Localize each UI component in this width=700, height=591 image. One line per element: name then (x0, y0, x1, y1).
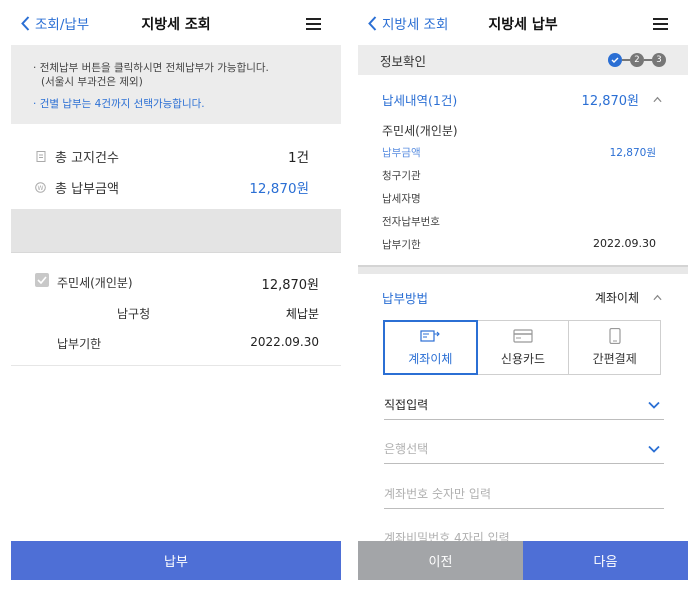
mobile-pay-icon (609, 328, 621, 344)
notice-line: (서울시 부과건은 제외) (41, 76, 143, 88)
bank-select[interactable]: 은행선택 (384, 434, 664, 464)
won-coin-icon: W (35, 181, 46, 193)
detail-key: 전자납부번호 (382, 216, 440, 228)
detail-key: 납세자명 (382, 193, 421, 205)
tax-item-name: 주민세(개인분) (57, 276, 133, 290)
tax-name-row: 주민세(개인분) (382, 122, 656, 139)
notice-line: 전체납부 버튼을 클릭하시면 전체납부가 가능합니다. (33, 61, 329, 75)
due-date-label: 납부기한 (57, 337, 102, 351)
detail-row: 납부기한 2022.09.30 (382, 237, 656, 252)
prev-button[interactable]: 이전 (358, 541, 523, 580)
due-date-row: 납부기한 2022.09.30 (57, 335, 319, 352)
checkmark-icon (37, 276, 47, 284)
divider-line (11, 252, 341, 262)
bank-select-placeholder: 은행선택 (384, 442, 429, 456)
method-label: 계좌이체 (408, 352, 453, 366)
step-indicator: 2 3 (608, 53, 666, 67)
chevron-down-icon (648, 445, 660, 453)
due-date-value: 2022.09.30 (250, 335, 319, 349)
method-bank-transfer[interactable]: 계좌이체 (383, 320, 478, 375)
detail-key: 납부금액 (382, 147, 421, 159)
pay-button[interactable]: 납부 (11, 541, 341, 580)
total-amount-label: 총 납부금액 (55, 181, 119, 197)
detail-key: 납부기한 (382, 239, 421, 251)
tax-status: 체납분 (285, 307, 319, 321)
tax-item-amount: 12,870원 (261, 278, 319, 293)
tax-item-checkbox[interactable] (35, 273, 49, 287)
payment-method-options: 계좌이체 신용카드 간편결제 (383, 320, 662, 375)
total-amount-row: W 총 납부금액 12,870원 (35, 177, 309, 197)
payment-method-header[interactable]: 납부방법 계좌이체 (382, 288, 662, 307)
divider (11, 365, 341, 366)
tax-detail-total: 12,870원 (581, 94, 639, 109)
method-label: 신용카드 (500, 352, 546, 366)
step-3: 3 (652, 53, 666, 67)
svg-text:W: W (38, 185, 44, 192)
bank-transfer-icon (420, 330, 441, 342)
hamburger-menu-icon[interactable] (653, 18, 668, 30)
tax-detail-label: 납세내역(1건) (382, 93, 458, 108)
total-count-value: 1건 (287, 150, 309, 166)
total-amount-value: 12,870원 (249, 181, 309, 197)
step-bar: 정보확인 2 3 (358, 45, 688, 75)
page-title: 지방세 조회 (141, 17, 211, 33)
tax-detail-header[interactable]: 납세내역(1건) 12,870원 (382, 90, 662, 109)
account-number-placeholder: 계좌번호 숫자만 입력 (384, 487, 491, 501)
page-title: 지방세 납부 (488, 17, 558, 33)
account-number-input[interactable]: 계좌번호 숫자만 입력 (384, 479, 664, 509)
method-mobile-pay[interactable]: 간편결제 (568, 320, 662, 375)
step-1-check-icon (608, 53, 622, 67)
method-label: 간편결제 (592, 352, 637, 366)
step-2: 2 (630, 53, 644, 67)
detail-key: 청구기관 (382, 170, 421, 182)
document-icon (35, 150, 46, 162)
tax-inquiry-screen: 조회/납부 지방세 조회 전체납부 버튼을 클릭하시면 전체납부가 가능합니다.… (11, 0, 341, 591)
step-connector (622, 59, 630, 61)
notice-line-highlight: 건별 납부는 4건까지 선택가능합니다. (33, 97, 329, 111)
method-credit-card[interactable]: 신용카드 (476, 320, 570, 375)
detail-row: 납세자명 (382, 191, 656, 206)
payment-method-selected: 계좌이체 (594, 291, 639, 305)
section-divider (358, 265, 688, 274)
chevron-up-icon (653, 96, 662, 103)
chevron-up-icon (653, 294, 662, 301)
input-mode-select[interactable]: 직접입력 (384, 390, 664, 420)
tax-payment-screen: 지방세 조회 지방세 납부 정보확인 2 3 납세내역(1건) 12,870원 … (358, 0, 688, 591)
total-count-label: 총 고지건수 (55, 150, 119, 166)
chevron-down-icon (648, 401, 660, 409)
next-button[interactable]: 다음 (523, 541, 688, 580)
step-connector (644, 59, 652, 61)
tax-office-row: 남구청 체납분 (117, 305, 319, 322)
detail-row: 청구기관 (382, 168, 656, 183)
total-count-row: 총 고지건수 1건 (35, 146, 309, 166)
credit-card-icon (513, 329, 533, 343)
detail-value: 12,870원 (609, 147, 656, 159)
header: 조회/납부 지방세 조회 (11, 0, 341, 45)
tax-name: 주민세(개인분) (382, 124, 458, 138)
hamburger-menu-icon[interactable] (306, 18, 321, 30)
detail-value: 2022.09.30 (593, 237, 656, 250)
header: 지방세 조회 지방세 납부 (358, 0, 688, 45)
detail-row: 전자납부번호 (382, 214, 656, 229)
input-mode-value: 직접입력 (384, 398, 429, 412)
notice-box: 전체납부 버튼을 클릭하시면 전체납부가 가능합니다. (서울시 부과건은 제외… (11, 45, 341, 124)
section-divider (11, 209, 341, 252)
payment-method-label: 납부방법 (382, 291, 429, 306)
tax-office: 남구청 (117, 307, 151, 321)
detail-row: 납부금액 12,870원 (382, 145, 656, 160)
tax-item-row[interactable]: 주민세(개인분) 12,870원 (57, 274, 319, 293)
